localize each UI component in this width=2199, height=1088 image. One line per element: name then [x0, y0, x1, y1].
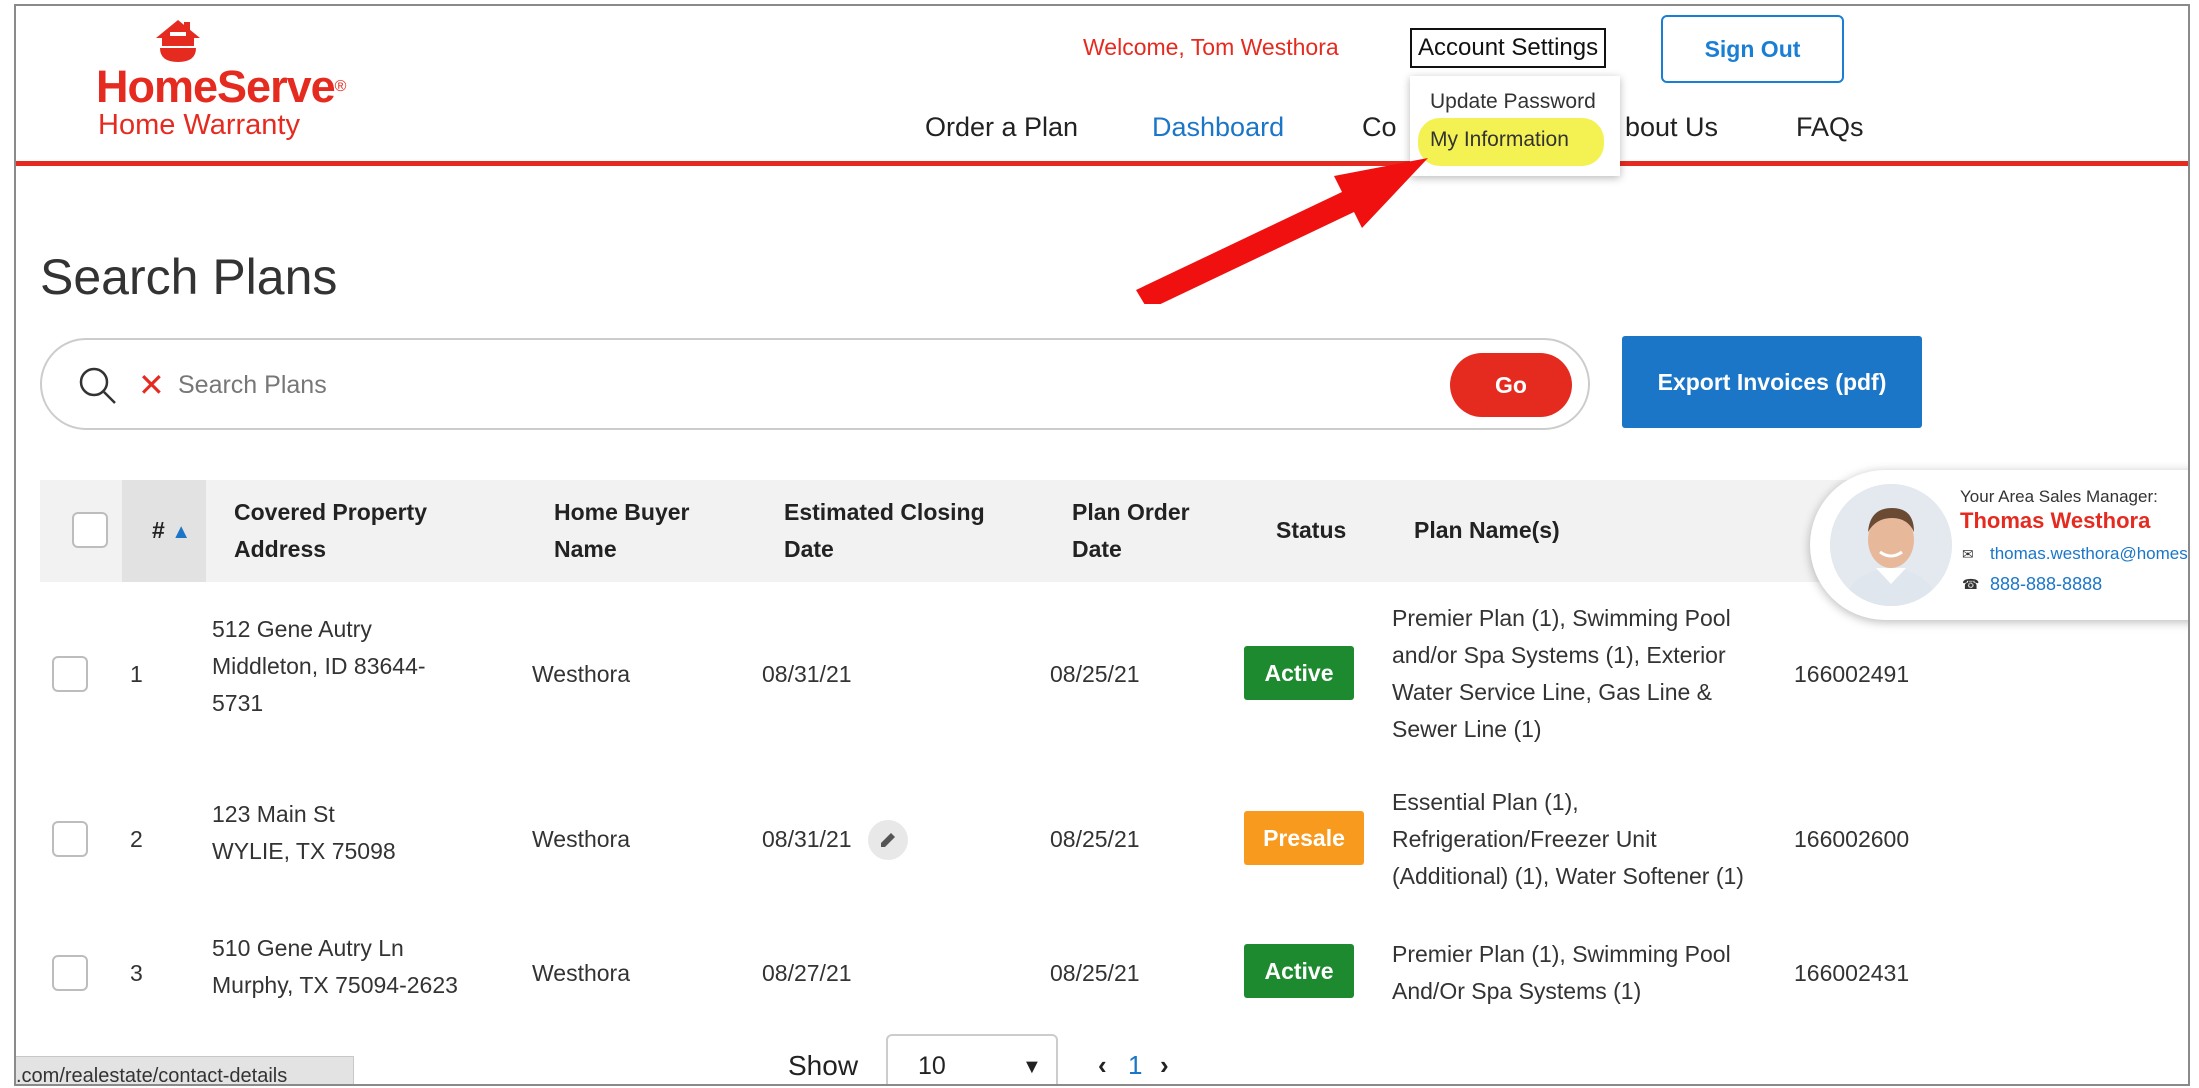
sales-manager-card: Your Area Sales Manager: Thomas Westhora… [1810, 470, 2188, 620]
row-plan-id: 166002600 [1794, 826, 1910, 852]
menu-item-update-password[interactable]: Update Password [1430, 90, 1596, 114]
nav-order-a-plan[interactable]: Order a Plan [925, 112, 1078, 143]
row-buyer: Westhora [532, 661, 631, 687]
page-size-select[interactable]: 10 ▼ [886, 1034, 1058, 1084]
site-header: HomeServe® Home Warranty Welcome, Tom We… [16, 6, 2188, 166]
sales-manager-email[interactable]: thomas.westhora@homese [1990, 544, 2188, 564]
search-bar: ✕ Go [40, 338, 1590, 430]
row-order-date: 08/25/21 [1050, 826, 1140, 852]
sales-manager-phone[interactable]: 888-888-8888 [1990, 574, 2102, 595]
row-order-date: 08/25/21 [1050, 960, 1140, 986]
annotation-arrow-icon [1136, 158, 1428, 304]
row-plan-names: Essential Plan (1), Refrigeration/Freezer… [1392, 789, 1744, 889]
brand-name: HomeServe® [96, 61, 346, 112]
column-header-buyer[interactable]: Home Buyer Name [554, 494, 689, 568]
row-checkbox[interactable] [52, 821, 88, 857]
row-plan-id: 166002431 [1794, 960, 1910, 986]
page-size-value: 10 [918, 1052, 946, 1080]
sales-manager-title: Your Area Sales Manager: [1960, 487, 2158, 506]
sales-manager-name: Thomas Westhora [1960, 508, 2151, 533]
house-logo-icon [156, 20, 200, 62]
welcome-message: Welcome, Tom Westhora [1083, 34, 1339, 60]
table-header: # ▲ Covered Property Address Home Buyer Na… [40, 480, 1900, 582]
chevron-down-icon: ▼ [1022, 1056, 1042, 1078]
status-badge: Presale [1244, 811, 1364, 865]
edit-pencil-icon[interactable] [868, 820, 908, 860]
row-number: 1 [130, 661, 143, 687]
column-header-number[interactable]: # ▲ [152, 512, 191, 551]
go-button[interactable]: Go [1450, 353, 1572, 417]
row-number: 3 [130, 960, 143, 986]
row-closing-date: 08/27/21 [762, 960, 852, 986]
sign-out-button[interactable]: Sign Out [1661, 15, 1844, 83]
avatar [1830, 484, 1952, 606]
row-number: 2 [130, 826, 143, 852]
row-plan-names: Premier Plan (1), Swimming Pool and/or Sp… [1392, 605, 1731, 742]
row-buyer: Westhora [532, 826, 631, 852]
row-address: 123 Main St WYLIE, TX 75098 [212, 801, 396, 864]
status-badge: Active [1244, 944, 1354, 998]
row-closing-date: 08/31/21 [762, 826, 852, 852]
row-address: 512 Gene Autry Middleton, ID 83644- 5731 [212, 616, 426, 716]
page-title: Search Plans [40, 249, 338, 305]
prev-page-button[interactable]: ‹ [1098, 1050, 1107, 1081]
phone-icon: ☎ [1962, 576, 1980, 592]
row-address: 510 Gene Autry Ln Murphy, TX 75094-2623 [212, 935, 458, 998]
search-input[interactable] [178, 362, 878, 408]
nav-dashboard[interactable]: Dashboard [1152, 112, 1284, 143]
column-header-order-date[interactable]: Plan Order Date [1072, 494, 1190, 568]
row-checkbox[interactable] [52, 955, 88, 991]
nav-faqs[interactable]: FAQs [1796, 112, 1864, 143]
sort-ascending-icon: ▲ [171, 521, 191, 543]
row-checkbox[interactable] [52, 656, 88, 692]
clear-search-icon[interactable]: ✕ [138, 366, 165, 404]
search-icon[interactable] [78, 366, 118, 406]
show-label: Show [788, 1050, 859, 1081]
column-header-plan-names[interactable]: Plan Name(s) [1414, 512, 1560, 549]
status-bar-url: .com/realestate/contact-details [16, 1056, 354, 1084]
row-plan-names: Premier Plan (1), Swimming Pool And/Or Sp… [1392, 941, 1731, 1004]
account-settings-menu[interactable]: Account Settings [1410, 28, 1607, 68]
column-header-address[interactable]: Covered Property Address [234, 494, 427, 568]
select-all-checkbox[interactable] [72, 512, 108, 548]
status-badge: Active [1244, 646, 1354, 700]
nav-contact[interactable]: Co [1362, 112, 1397, 143]
email-icon: ✉ [1962, 546, 1974, 562]
app-window: HomeServe® Home Warranty Welcome, Tom We… [14, 4, 2190, 1086]
export-invoices-button[interactable]: Export Invoices (pdf) [1622, 336, 1922, 428]
brand-subtitle: Home Warranty [98, 109, 300, 141]
row-order-date: 08/25/21 [1050, 661, 1140, 687]
homeserve-logo[interactable]: HomeServe® Home Warranty [96, 18, 346, 141]
page-number-current[interactable]: 1 [1128, 1050, 1142, 1081]
row-buyer: Westhora [532, 960, 631, 986]
row-closing-date: 08/31/21 [762, 661, 852, 687]
nav-about-us[interactable]: bout Us [1625, 112, 1718, 143]
next-page-button[interactable]: › [1160, 1050, 1169, 1081]
column-header-closing-date[interactable]: Estimated Closing Date [784, 494, 985, 568]
column-header-status[interactable]: Status [1276, 512, 1346, 549]
row-plan-id: 166002491 [1794, 661, 1910, 687]
